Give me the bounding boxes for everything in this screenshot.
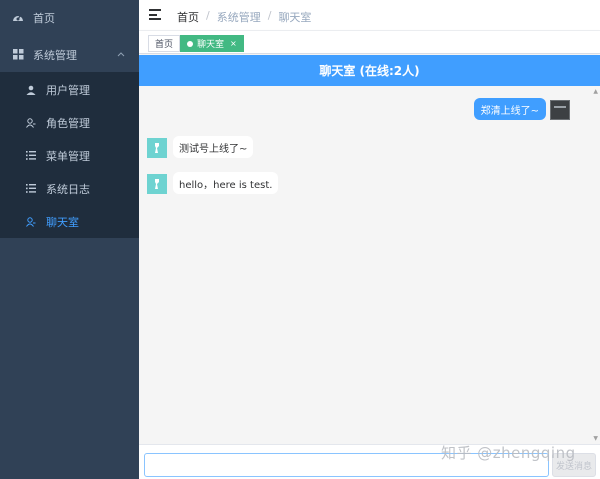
sidebar-item-label: 系统日志 (46, 182, 90, 196)
hamburger-icon[interactable] (149, 9, 161, 20)
breadcrumb-chatroom: 聊天室 (278, 11, 312, 24)
sidebar-item-label: 用户管理 (46, 83, 90, 97)
sidebar-item-roles[interactable]: 角色管理 (0, 106, 139, 139)
grid-icon (12, 49, 24, 61)
dashboard-icon (12, 12, 24, 24)
scrollbar[interactable]: ▲ ▼ (593, 86, 598, 444)
avatar-other (147, 174, 167, 194)
chat-icon (25, 216, 37, 228)
avatar-self (550, 100, 570, 120)
log-icon (25, 183, 37, 195)
chevron-up-icon (117, 50, 125, 60)
scroll-down-icon[interactable]: ▼ (593, 435, 598, 442)
sidebar-item-label: 角色管理 (46, 116, 90, 130)
breadcrumb-home[interactable]: 首页 (177, 9, 199, 25)
active-dot-icon (187, 40, 193, 47)
chat-title: 聊天室 (在线:2人) (319, 64, 420, 78)
tag-label: 聊天室 (197, 40, 225, 50)
sidebar-item-label: 聊天室 (46, 215, 79, 229)
system-submenu: 用户管理 角色管理 菜单管理 系统日志 聊天室 (0, 72, 139, 238)
sidebar-item-users[interactable]: 用户管理 (0, 73, 139, 106)
breadcrumb-system: 系统管理 (216, 11, 261, 24)
tag-home[interactable]: 首页 (148, 35, 181, 52)
sidebar-item-label: 首页 (33, 11, 55, 25)
message-text: 测试号上线了~ (179, 143, 248, 155)
tags-view: 首页 聊天室 × (139, 31, 600, 54)
breadcrumb-separator: / (267, 9, 272, 22)
chat-messages[interactable]: 郑清上线了~ 测试号上线了~ hello，here is test. ▲ ▼ (139, 86, 600, 444)
chat-header: 聊天室 (在线:2人) (139, 55, 600, 86)
watermark: 知乎 @zhengqing (441, 444, 576, 462)
message-text: hello，here is test. (179, 179, 273, 191)
breadcrumb: 首页 / 系统管理 / 聊天室 (177, 9, 311, 25)
message-bubble-other: hello，here is test. (173, 172, 279, 194)
navbar: 首页 / 系统管理 / 聊天室 (139, 0, 600, 31)
scroll-up-icon[interactable]: ▲ (593, 88, 598, 95)
sidebar-item-home[interactable]: 首页 (0, 0, 139, 35)
message-bubble-self: 郑清上线了~ (473, 98, 546, 120)
tag-label: 首页 (155, 40, 174, 50)
sidebar-item-label: 菜单管理 (46, 149, 90, 163)
sidebar-item-label: 系统管理 (33, 48, 77, 62)
avatar-other (147, 138, 167, 158)
sidebar: 首页 系统管理 用户管理 角色管理 菜单管理 系统日志 聊天室 (0, 0, 139, 479)
message-text: 郑清上线了~ (480, 105, 539, 117)
message-bubble-other: 测试号上线了~ (173, 136, 254, 158)
breadcrumb-separator: / (206, 9, 210, 22)
sidebar-item-logs[interactable]: 系统日志 (0, 172, 139, 205)
tag-chatroom[interactable]: 聊天室 × (180, 35, 244, 52)
sidebar-item-system[interactable]: 系统管理 (0, 38, 139, 71)
role-icon (25, 117, 37, 129)
sidebar-item-menus[interactable]: 菜单管理 (0, 139, 139, 172)
user-icon (25, 84, 37, 96)
list-icon (25, 150, 37, 162)
sidebar-item-chatroom[interactable]: 聊天室 (0, 205, 139, 238)
close-icon[interactable]: × (230, 39, 237, 48)
